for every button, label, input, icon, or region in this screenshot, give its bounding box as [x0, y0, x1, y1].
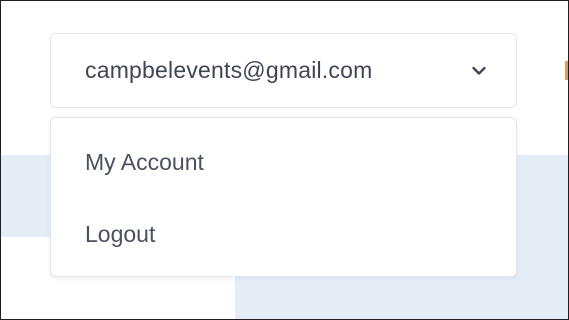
- clipped-element: [565, 61, 568, 80]
- chevron-down-icon: [470, 62, 488, 80]
- menu-item-my-account[interactable]: My Account: [51, 126, 516, 198]
- screen-frame: campbelevents@gmail.com My Account Logou…: [0, 0, 569, 320]
- account-email: campbelevents@gmail.com: [85, 57, 373, 83]
- menu-item-logout[interactable]: Logout: [51, 198, 516, 270]
- account-dropdown-menu: My Account Logout: [50, 117, 517, 277]
- account-dropdown-toggle[interactable]: campbelevents@gmail.com: [50, 33, 517, 108]
